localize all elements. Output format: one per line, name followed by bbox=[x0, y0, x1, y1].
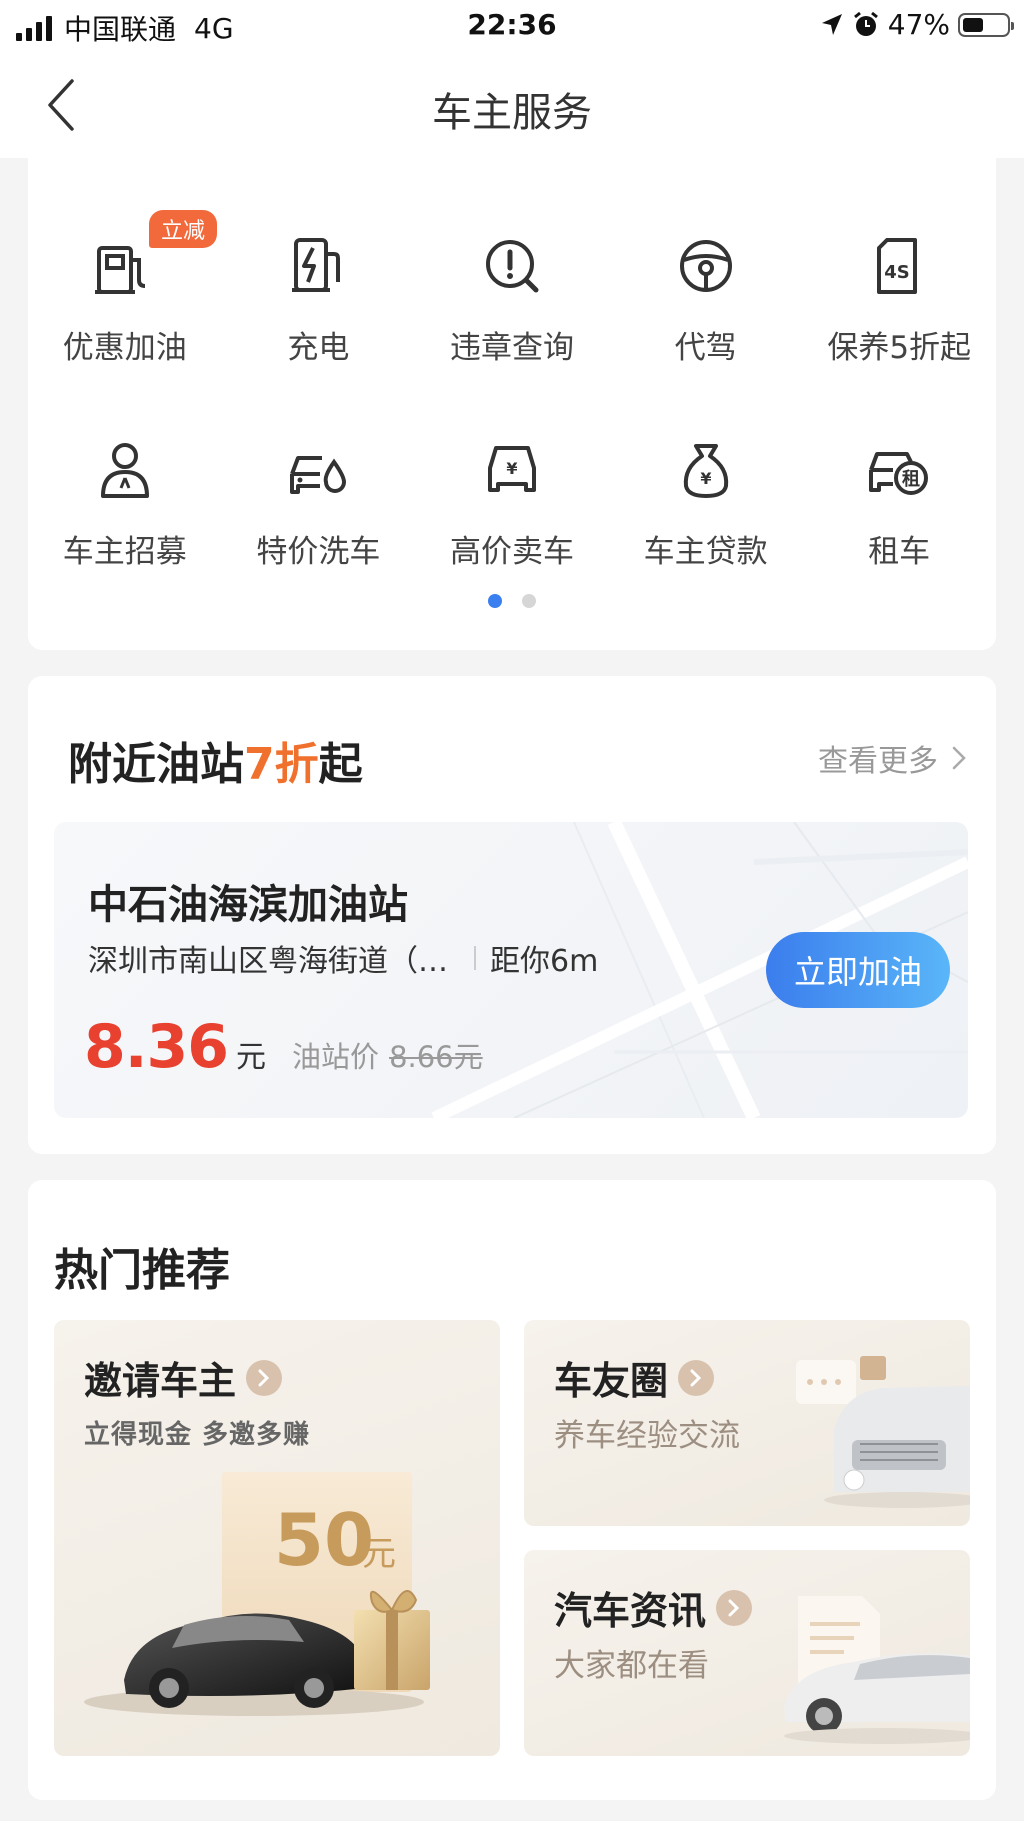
service-discount-fuel[interactable]: 立减 优惠加油 bbox=[28, 210, 222, 398]
chevron-right-icon bbox=[952, 746, 966, 770]
service-driver-recruit[interactable]: 车主招募 bbox=[28, 434, 222, 602]
service-label: 车主贷款 bbox=[643, 534, 768, 570]
section-title: 附近油站7折起 bbox=[68, 728, 363, 792]
service-label: 保养5折起 bbox=[827, 330, 972, 366]
station-price-label: 油站价 bbox=[292, 1040, 380, 1074]
car-club-illustration bbox=[796, 1356, 970, 1508]
divider bbox=[474, 946, 476, 970]
price-row: 8.36 元 油站价 8.66元 bbox=[84, 1012, 483, 1082]
service-car-rental[interactable]: 租 租车 bbox=[802, 434, 996, 602]
voucher-illustration: 50 元 bbox=[84, 1472, 430, 1716]
sell-car-icon: ¥ bbox=[487, 446, 536, 492]
alarm-clock-icon bbox=[853, 11, 878, 36]
service-label: 车主招募 bbox=[62, 534, 187, 570]
service-charging[interactable]: 充电 bbox=[222, 230, 416, 398]
car-news-tile[interactable]: 汽车资讯 大家都在看 bbox=[524, 1550, 970, 1756]
svg-text:¥: ¥ bbox=[506, 459, 517, 478]
refuel-now-button[interactable]: 立即加油 bbox=[766, 932, 950, 1008]
discount-price: 8.36 bbox=[84, 1012, 229, 1082]
page-dot[interactable] bbox=[522, 594, 536, 608]
title-suffix: 起 bbox=[318, 739, 363, 790]
driver-recruit-icon bbox=[100, 443, 149, 498]
station-address: 深圳市南山区粤海街道（… bbox=[88, 944, 448, 979]
services-card: 立减 优惠加油 充电 违章查询 代驾 4S 保养5折起 车主招募 特价洗车 ¥ … bbox=[28, 150, 996, 650]
car-rental-icon: 租 bbox=[869, 452, 929, 495]
service-car-loan[interactable]: ¥ 车主贷款 bbox=[609, 434, 803, 602]
service-label: 特价洗车 bbox=[256, 534, 381, 570]
car-wash-icon bbox=[290, 456, 347, 494]
page-title: 车主服务 bbox=[432, 90, 592, 136]
station-name: 中石油海滨加油站 bbox=[88, 882, 408, 928]
station-address-row: 深圳市南山区粤海街道（… 距你6m bbox=[88, 936, 598, 980]
section-title: 热门推荐 bbox=[54, 1245, 230, 1296]
service-label: 租车 bbox=[868, 534, 931, 570]
svg-text:4S: 4S bbox=[884, 262, 910, 283]
voucher-unit: 元 bbox=[362, 1534, 396, 1574]
invite-owner-tile[interactable]: 邀请车主 立得现金 多邀多赚 50 元 bbox=[54, 1320, 500, 1756]
car-club-tile[interactable]: 车友圈 养车经验交流 bbox=[524, 1320, 970, 1526]
station-distance: 距你6m bbox=[490, 944, 599, 979]
maintenance-4s-icon: 4S bbox=[877, 238, 918, 294]
price-unit: 元 bbox=[236, 1040, 267, 1075]
nearby-station-card: 附近油站7折起 查看更多 中石油海滨加油站 深圳市南山区粤海街道（… 距你6m … bbox=[28, 676, 996, 1154]
view-more-label: 查看更多 bbox=[818, 744, 938, 779]
service-sell-car[interactable]: ¥ 高价卖车 bbox=[415, 434, 609, 602]
car-news-illustration bbox=[784, 1596, 970, 1744]
service-car-wash[interactable]: 特价洗车 bbox=[222, 434, 416, 602]
station-item[interactable]: 中石油海滨加油站 深圳市南山区粤海街道（… 距你6m 8.36 元 油站价 8.… bbox=[54, 822, 968, 1118]
money-bag-icon: ¥ bbox=[683, 444, 728, 498]
svg-text:租: 租 bbox=[902, 468, 920, 490]
service-designated-driver[interactable]: 代驾 bbox=[609, 230, 803, 398]
battery-percent: 47% bbox=[887, 8, 950, 41]
voucher-amount: 50 bbox=[274, 1498, 374, 1582]
violation-search-icon bbox=[485, 240, 539, 293]
service-label: 充电 bbox=[287, 330, 350, 366]
battery-icon bbox=[958, 12, 1014, 37]
page-dot-active[interactable] bbox=[488, 594, 502, 608]
discount-badge: 立减 bbox=[149, 210, 218, 248]
svg-text:¥: ¥ bbox=[700, 469, 711, 488]
status-bar: 中国联通 4G 22:36 47% bbox=[0, 0, 1024, 52]
steering-wheel-icon bbox=[679, 240, 732, 292]
service-label: 优惠加油 bbox=[62, 330, 187, 366]
service-violation-query[interactable]: 违章查询 bbox=[415, 230, 609, 398]
status-right: 47% bbox=[820, 8, 1014, 41]
page-indicator bbox=[28, 594, 996, 608]
service-label: 代驾 bbox=[674, 330, 737, 366]
service-label: 违章查询 bbox=[449, 330, 574, 366]
service-maintenance[interactable]: 4S 保养5折起 bbox=[802, 230, 996, 398]
hot-recommend-card: 热门推荐 邀请车主 立得现金 多邀多赚 50 元 车友圈 养车经验交流 汽车资讯… bbox=[28, 1180, 996, 1800]
nav-bar: 车主服务 bbox=[0, 52, 1024, 158]
view-more-link[interactable]: 查看更多 bbox=[818, 736, 966, 780]
title-highlight: 7折 bbox=[244, 739, 319, 790]
location-arrow-icon bbox=[821, 13, 842, 35]
charging-station-icon bbox=[292, 238, 341, 292]
service-label: 高价卖车 bbox=[449, 534, 574, 570]
title-prefix: 附近油站 bbox=[68, 739, 244, 790]
services-grid: 立减 优惠加油 充电 违章查询 代驾 4S 保养5折起 车主招募 特价洗车 ¥ … bbox=[28, 210, 996, 602]
station-original-price: 8.66元 bbox=[389, 1040, 483, 1074]
